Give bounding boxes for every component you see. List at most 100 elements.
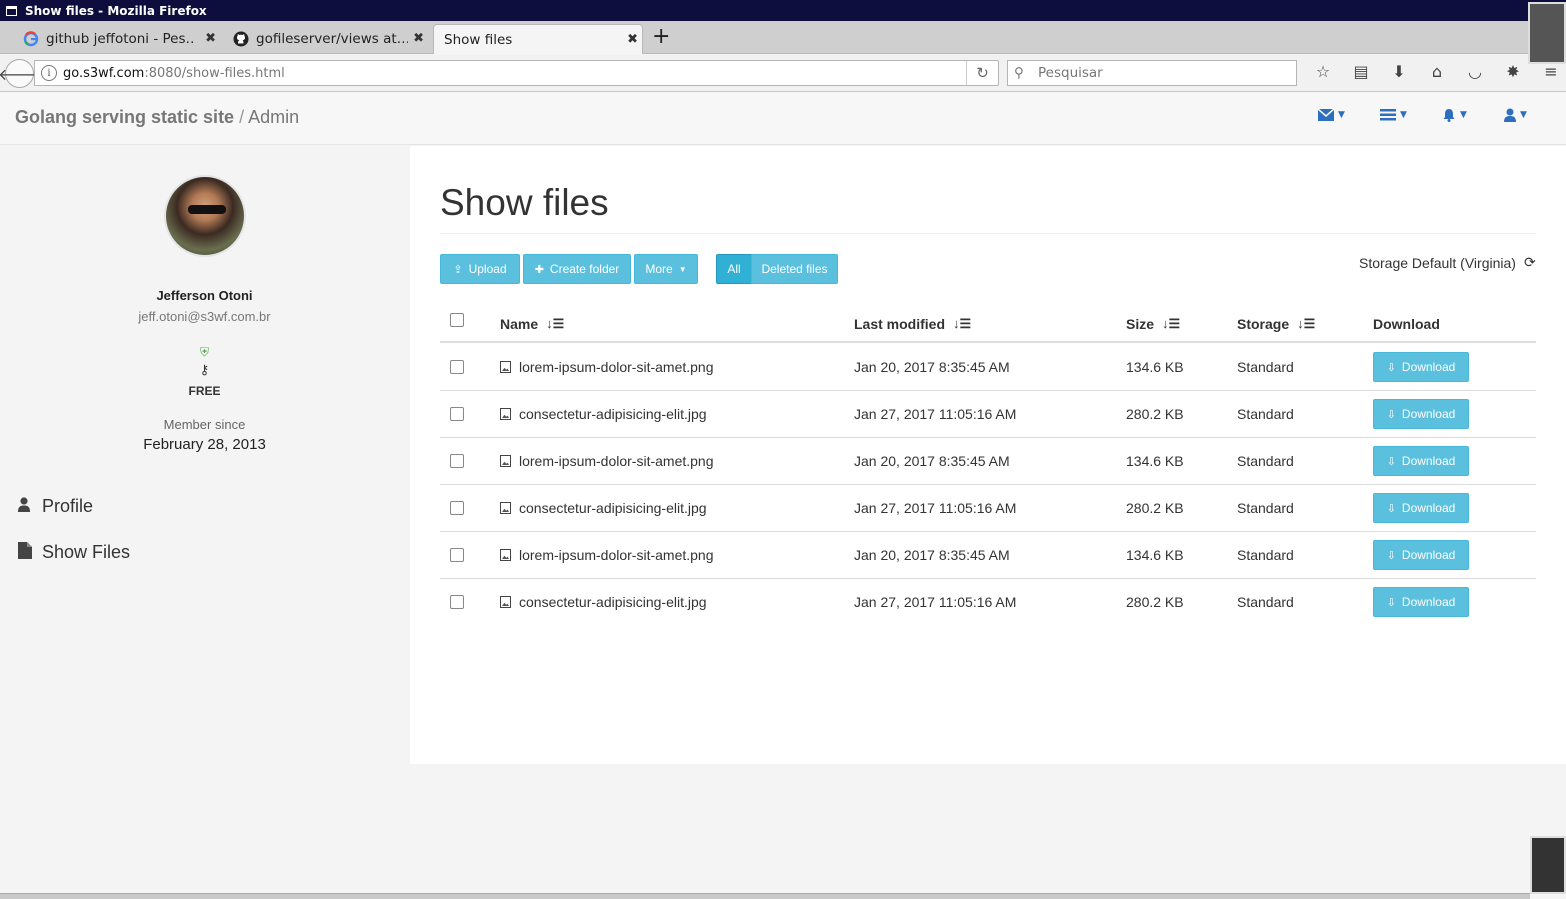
header-label: Size bbox=[1126, 316, 1155, 332]
row-checkbox[interactable] bbox=[450, 595, 464, 609]
file-name[interactable]: lorem-ipsum-dolor-sit-amet.png bbox=[500, 453, 714, 469]
home-icon[interactable]: ⌂ bbox=[1418, 62, 1456, 81]
bookmarks-list-icon[interactable]: ▤ bbox=[1342, 62, 1380, 81]
filter-deleted-button[interactable]: Deleted files bbox=[751, 254, 838, 284]
table-row: lorem-ipsum-dolor-sit-amet.png Jan 20, 2… bbox=[440, 438, 1536, 485]
file-name[interactable]: lorem-ipsum-dolor-sit-amet.png bbox=[500, 359, 714, 375]
image-file-icon bbox=[500, 502, 511, 514]
tab-close-icon[interactable]: ✖ bbox=[413, 31, 424, 46]
toolbar-icons: ☆ ▤ ⬇ ⌂ ◡ ✸ ≡ bbox=[1304, 62, 1566, 81]
column-header-name[interactable]: Name ↓☰ bbox=[500, 316, 564, 332]
tab-show-files[interactable]: Show files ✖ bbox=[433, 24, 643, 54]
select-all-checkbox[interactable] bbox=[450, 313, 464, 327]
bottom-scrollbar[interactable] bbox=[0, 893, 1530, 899]
download-label: Download bbox=[1401, 595, 1456, 609]
brand-title: Golang serving static site bbox=[15, 107, 235, 127]
tab-close-icon[interactable]: ✖ bbox=[627, 32, 638, 47]
download-button[interactable]: ⇩ Download bbox=[1373, 446, 1469, 476]
row-checkbox[interactable] bbox=[450, 360, 464, 374]
main-panel: Show files ⇪ Upload ✚ Create folder More ▼ … bbox=[410, 146, 1566, 764]
table-row: lorem-ipsum-dolor-sit-amet.png Jan 20, 2… bbox=[440, 344, 1536, 391]
file-name[interactable]: lorem-ipsum-dolor-sit-amet.png bbox=[500, 547, 714, 563]
upload-label: Upload bbox=[468, 262, 507, 276]
download-button[interactable]: ⇩ Download bbox=[1373, 399, 1469, 429]
tab-label: github jeffotoni - Pes… bbox=[46, 31, 196, 47]
file-storage: Standard bbox=[1237, 547, 1294, 563]
image-file-icon bbox=[500, 408, 511, 420]
messages-dropdown[interactable]: ▼ bbox=[1318, 108, 1380, 122]
file-name[interactable]: consectetur-adipisicing-elit.jpg bbox=[500, 500, 707, 516]
download-button[interactable]: ⇩ Download bbox=[1373, 540, 1469, 570]
download-icon: ⇩ bbox=[1386, 361, 1396, 374]
download-label: Download bbox=[1401, 360, 1456, 374]
storage-selector[interactable]: Storage Default (Virginia) ⟳ bbox=[1359, 254, 1536, 271]
navigation-bar: 🡐 i go.s3wf.com:8080/show-files.html ↻ ⚲… bbox=[0, 55, 1566, 92]
search-input[interactable]: ⚲ Pesquisar bbox=[1007, 60, 1297, 86]
filter-deleted-label: Deleted files bbox=[761, 262, 828, 276]
bookmark-star-icon[interactable]: ☆ bbox=[1304, 62, 1342, 81]
file-name[interactable]: consectetur-adipisicing-elit.jpg bbox=[500, 594, 707, 610]
header-label: Download bbox=[1373, 316, 1440, 332]
file-name-text: consectetur-adipisicing-elit.jpg bbox=[519, 500, 707, 516]
download-icon: ⇩ bbox=[1386, 596, 1396, 609]
new-tab-button[interactable]: + bbox=[652, 24, 670, 49]
more-dropdown-button[interactable]: More ▼ bbox=[634, 254, 698, 284]
back-button[interactable]: 🡐 bbox=[0, 59, 41, 88]
member-since-label: Member since bbox=[163, 417, 246, 432]
file-modified: Jan 20, 2017 8:35:45 AM bbox=[854, 547, 1010, 563]
page-title: Show files bbox=[440, 182, 609, 223]
file-modified: Jan 20, 2017 8:35:45 AM bbox=[854, 453, 1010, 469]
column-header-size[interactable]: Size ↓☰ bbox=[1126, 316, 1180, 332]
tab-strip: github jeffotoni - Pes… ✖ gofileserver/v… bbox=[0, 21, 1566, 54]
extension-icon[interactable]: ✸ bbox=[1494, 62, 1532, 81]
image-file-icon bbox=[500, 596, 511, 608]
file-storage: Standard bbox=[1237, 406, 1294, 422]
filter-all-button[interactable]: All bbox=[716, 254, 752, 284]
screen-corner-artifact bbox=[1530, 836, 1566, 894]
window-menu-icon[interactable] bbox=[6, 5, 17, 16]
alerts-dropdown[interactable]: ▼ bbox=[1442, 108, 1504, 122]
download-button[interactable]: ⇩ Download bbox=[1373, 587, 1469, 617]
column-header-modified[interactable]: Last modified ↓☰ bbox=[854, 316, 971, 332]
key-icon: ⚷ bbox=[199, 362, 210, 377]
row-checkbox[interactable] bbox=[450, 454, 464, 468]
brand[interactable]: Golang serving static site / Admin bbox=[15, 107, 299, 128]
file-modified: Jan 27, 2017 11:05:16 AM bbox=[854, 594, 1017, 610]
row-checkbox[interactable] bbox=[450, 501, 464, 515]
header-label: Last modified bbox=[854, 316, 946, 332]
sidebar-item-label: Profile bbox=[42, 496, 94, 516]
search-icon: ⚲ bbox=[1014, 65, 1024, 81]
sort-icon: ↓☰ bbox=[953, 316, 972, 331]
user-dropdown[interactable]: ▼ bbox=[1504, 108, 1566, 122]
file-size: 134.6 KB bbox=[1126, 547, 1184, 563]
sidebar: Jefferson Otoni jeff.otoni@s3wf.com.br ⛨… bbox=[0, 146, 409, 764]
user-name: Jefferson Otoni bbox=[156, 288, 253, 303]
sidebar-item-profile[interactable]: Profile bbox=[18, 496, 93, 517]
hamburger-menu-icon[interactable]: ≡ bbox=[1532, 62, 1566, 81]
downloads-icon[interactable]: ⬇ bbox=[1380, 62, 1418, 81]
refresh-icon[interactable]: ⟳ bbox=[1524, 254, 1536, 271]
tab-close-icon[interactable]: ✖ bbox=[205, 31, 216, 46]
tasks-dropdown[interactable]: ▼ bbox=[1380, 108, 1442, 122]
row-checkbox[interactable] bbox=[450, 407, 464, 421]
sort-icon: ↓☰ bbox=[546, 316, 565, 331]
file-name[interactable]: consectetur-adipisicing-elit.jpg bbox=[500, 406, 707, 422]
upload-button[interactable]: ⇪ Upload bbox=[440, 254, 520, 284]
tab-gofileserver[interactable]: gofileserver/views at… ✖ bbox=[232, 24, 428, 54]
site-info-icon[interactable]: i bbox=[41, 65, 57, 81]
download-label: Download bbox=[1401, 501, 1456, 515]
sidebar-item-show-files[interactable]: Show Files bbox=[18, 542, 130, 563]
create-folder-button[interactable]: ✚ Create folder bbox=[523, 254, 631, 284]
column-header-storage[interactable]: Storage ↓☰ bbox=[1237, 316, 1315, 332]
file-name-text: lorem-ipsum-dolor-sit-amet.png bbox=[519, 453, 714, 469]
url-bar[interactable]: i go.s3wf.com:8080/show-files.html ↻ bbox=[34, 60, 999, 86]
github-icon bbox=[233, 31, 249, 47]
download-button[interactable]: ⇩ Download bbox=[1373, 493, 1469, 523]
pocket-icon[interactable]: ◡ bbox=[1456, 62, 1494, 81]
download-button[interactable]: ⇩ Download bbox=[1373, 352, 1469, 382]
row-checkbox[interactable] bbox=[450, 548, 464, 562]
reload-icon[interactable]: ↻ bbox=[966, 61, 998, 85]
create-folder-label: Create folder bbox=[549, 262, 620, 276]
file-size: 134.6 KB bbox=[1126, 453, 1184, 469]
tab-github-search[interactable]: github jeffotoni - Pes… ✖ bbox=[22, 24, 220, 54]
